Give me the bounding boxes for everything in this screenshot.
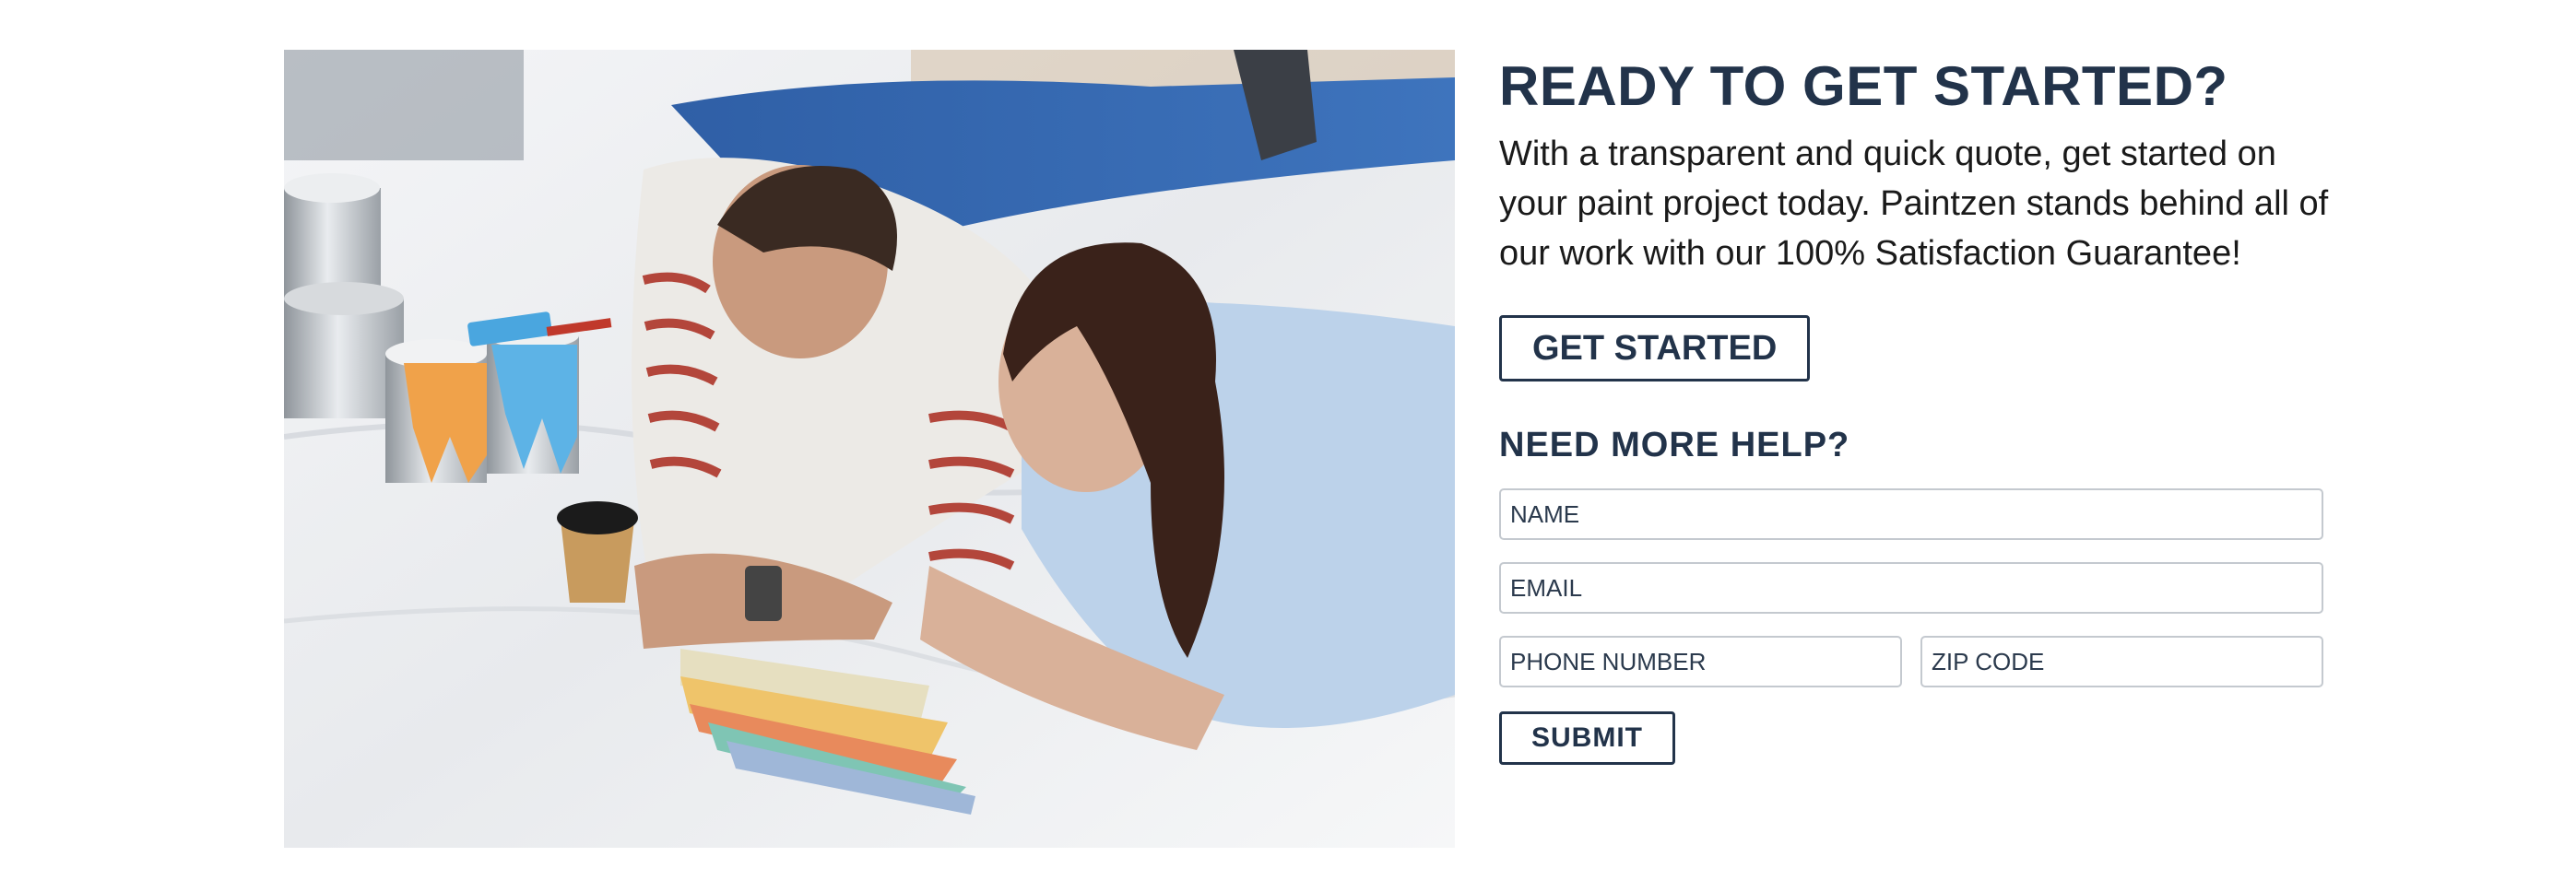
phone-zip-row [1499, 636, 2323, 687]
intro-paragraph: With a transparent and quick quote, get … [1499, 135, 2329, 273]
photo-illustration [284, 50, 1455, 848]
zip-code-field[interactable] [1920, 636, 2323, 687]
get-started-button[interactable]: GET STARTED [1499, 315, 1811, 381]
cta-panel: READY TO GET STARTED? With a transparent… [1499, 53, 2329, 765]
submit-button[interactable]: SUBMIT [1499, 711, 1675, 765]
coffee-cup-icon [557, 501, 638, 603]
page: READY TO GET STARTED? With a transparent… [0, 0, 2576, 892]
couple-choosing-paint-colors-photo [284, 50, 1455, 848]
help-form: SUBMIT [1499, 488, 2329, 765]
phone-number-field[interactable] [1499, 636, 1902, 687]
need-more-help-heading: NEED MORE HELP? [1499, 426, 1850, 464]
ready-headline: READY TO GET STARTED? [1499, 55, 2228, 117]
email-field[interactable] [1499, 562, 2323, 614]
name-field[interactable] [1499, 488, 2323, 540]
